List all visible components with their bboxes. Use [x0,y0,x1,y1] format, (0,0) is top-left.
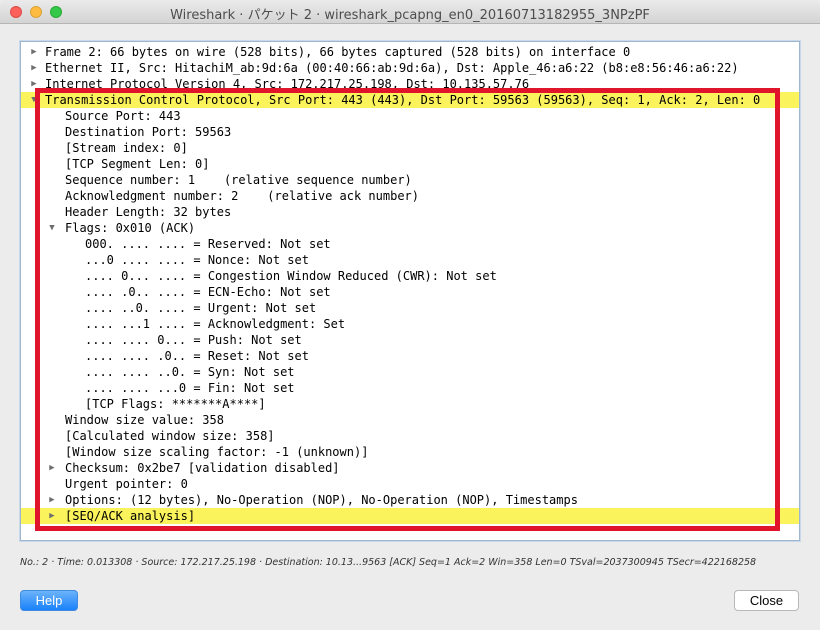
packet-detail-window: Wireshark · パケット 2 · wireshark_pcapng_en… [0,0,820,630]
tree-row[interactable]: .... .... 0... = Push: Not set [21,332,799,348]
tree-row[interactable]: .... 0... .... = Congestion Window Reduc… [21,268,799,284]
tree-row[interactable]: [Window size scaling factor: -1 (unknown… [21,444,799,460]
tree-row[interactable]: Destination Port: 59563 [21,124,799,140]
disclosure-collapsed-icon[interactable]: ▶ [47,492,57,508]
tree-row-label: [TCP Flags: *******A****] [85,397,266,411]
tree-row[interactable]: .... ..0. .... = Urgent: Not set [21,300,799,316]
tree-row-label: Destination Port: 59563 [65,125,232,139]
tree-row[interactable]: .... .0.. .... = ECN-Echo: Not set [21,284,799,300]
tree-row[interactable]: Urgent pointer: 0 [21,476,799,492]
tree-row[interactable]: .... .... ..0. = Syn: Not set [21,364,799,380]
close-button[interactable]: Close [734,590,799,611]
tree-row-label: Sequence number: 1 (relative sequence nu… [65,173,412,187]
tree-row-label: [Stream index: 0] [65,141,188,155]
tree-row-label: 000. .... .... = Reserved: Not set [85,237,331,251]
disclosure-collapsed-icon[interactable]: ▶ [47,460,57,476]
tree-row[interactable]: ▶ Ethernet II, Src: HitachiM_ab:9d:6a (00… [21,60,799,76]
tree-row-label: Transmission Control Protocol, Src Port:… [45,93,761,107]
tree-row-label: Header Length: 32 bytes [65,205,232,219]
disclosure-expanded-icon[interactable]: ▼ [47,220,57,236]
tree-row-label: [SEQ/ACK analysis] [65,509,196,523]
disclosure-expanded-icon[interactable]: ▼ [29,92,39,108]
tree-row[interactable]: 000. .... .... = Reserved: Not set [21,236,799,252]
tree-row[interactable]: Sequence number: 1 (relative sequence nu… [21,172,799,188]
window-title: Wireshark · パケット 2 · wireshark_pcapng_en… [170,8,650,23]
tree-row-label: .... ...1 .... = Acknowledgment: Set [85,317,346,331]
tree-row[interactable]: ▼ Flags: 0x010 (ACK) [21,220,799,236]
tree-row-label: Options: (12 bytes), No-Operation (NOP),… [65,493,578,507]
tree-row[interactable]: Window size value: 358 [21,412,799,428]
disclosure-collapsed-icon[interactable]: ▶ [47,508,57,524]
tree-row[interactable]: ▶ Checksum: 0x2be7 [validation disabled] [21,460,799,476]
tree-row-label: Frame 2: 66 bytes on wire (528 bits), 66… [45,45,631,59]
tree-row-label: Window size value: 358 [65,413,224,427]
tree-row[interactable]: .... .... .0.. = Reset: Not set [21,348,799,364]
tree-row-label: .... .... .0.. = Reset: Not set [85,349,309,363]
tree-row-label: Flags: 0x010 (ACK) [65,221,196,235]
tree-row-label: .... .... 0... = Push: Not set [85,333,302,347]
tree-row-label: [Window size scaling factor: -1 (unknown… [65,445,369,459]
disclosure-collapsed-icon[interactable]: ▶ [29,76,39,92]
tree-row-label: .... ..0. .... = Urgent: Not set [85,301,317,315]
tree-row-label: Urgent pointer: 0 [65,477,188,491]
disclosure-collapsed-icon[interactable]: ▶ [29,60,39,76]
tree-row-label: .... .... ..0. = Syn: Not set [85,365,295,379]
tree-row-label: Ethernet II, Src: HitachiM_ab:9d:6a (00:… [45,61,739,75]
tree-row-label: Internet Protocol Version 4, Src: 172.21… [45,77,530,91]
tree-row-label: [Calculated window size: 358] [65,429,275,443]
tree-row[interactable]: ▶ [SEQ/ACK analysis] [21,508,799,524]
packet-details-tree[interactable]: ▶ Frame 2: 66 bytes on wire (528 bits), 6… [20,41,800,541]
tree-row-label: .... .0.. .... = ECN-Echo: Not set [85,285,331,299]
tree-row[interactable]: .... .... ...0 = Fin: Not set [21,380,799,396]
packet-summary-status: No.: 2 · Time: 0.013308 · Source: 172.21… [20,557,757,568]
tree-row[interactable]: ▶ Frame 2: 66 bytes on wire (528 bits), 6… [21,44,799,60]
tree-row[interactable]: Source Port: 443 [21,108,799,124]
tree-row[interactable]: [Calculated window size: 358] [21,428,799,444]
tree-row[interactable]: [Stream index: 0] [21,140,799,156]
tree-row-label: Source Port: 443 [65,109,181,123]
tree-row-label: ...0 .... .... = Nonce: Not set [85,253,309,267]
tree-row[interactable]: ▶ Options: (12 bytes), No-Operation (NOP)… [21,492,799,508]
tree-row-label: Checksum: 0x2be7 [validation disabled] [65,461,340,475]
tree-row[interactable]: [TCP Segment Len: 0] [21,156,799,172]
tree-row[interactable]: ▼ Transmission Control Protocol, Src Port… [21,92,799,108]
tree-row[interactable]: .... ...1 .... = Acknowledgment: Set [21,316,799,332]
disclosure-collapsed-icon[interactable]: ▶ [29,44,39,60]
tree-row-label: .... 0... .... = Congestion Window Reduc… [85,269,497,283]
tree-row[interactable]: ...0 .... .... = Nonce: Not set [21,252,799,268]
tree-row-label: .... .... ...0 = Fin: Not set [85,381,295,395]
tree-row[interactable]: ▶ Internet Protocol Version 4, Src: 172.2… [21,76,799,92]
tree-row-label: [TCP Segment Len: 0] [65,157,210,171]
tree-row[interactable]: [TCP Flags: *******A****] [21,396,799,412]
title-bar[interactable]: Wireshark · パケット 2 · wireshark_pcapng_en… [0,0,820,24]
tree-row[interactable]: Header Length: 32 bytes [21,204,799,220]
help-button[interactable]: Help [20,590,78,611]
tree-row[interactable]: Acknowledgment number: 2 (relative ack n… [21,188,799,204]
tree-row-label: Acknowledgment number: 2 (relative ack n… [65,189,420,203]
